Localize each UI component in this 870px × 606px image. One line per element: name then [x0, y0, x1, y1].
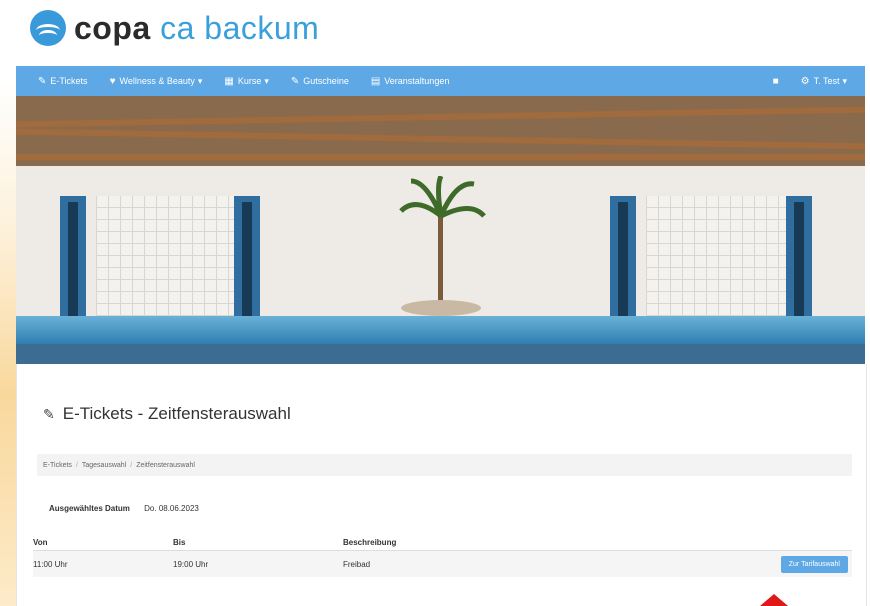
- tag-icon: ✎: [290, 75, 300, 87]
- table-header: Von Bis Beschreibung: [33, 534, 852, 551]
- nav-item-veranstaltungen[interactable]: ▤ Veranstaltungen: [371, 76, 450, 87]
- column-header-from: Von: [33, 537, 48, 547]
- page-title: ✎ E-Tickets - Zeitfensterauswahl: [43, 404, 291, 423]
- breadcrumb: E-Tickets / Tagesauswahl / Zeitfensterau…: [37, 454, 852, 476]
- breadcrumb-item-etickets[interactable]: E-Tickets: [43, 462, 72, 469]
- breadcrumb-separator: /: [75, 461, 78, 469]
- selected-date-value: Do. 08.06.2023: [144, 504, 199, 513]
- chevron-down-icon: ▾: [842, 75, 847, 86]
- chevron-down-icon: ▾: [197, 75, 203, 86]
- logo-text: copa ca backum: [74, 9, 320, 46]
- table-row: 11:00 Uhr 19:00 Uhr Freibad Zur Tarifaus…: [33, 551, 852, 577]
- main-content: ✎ E-Tickets - Zeitfensterauswahl E-Ticke…: [16, 364, 867, 606]
- breadcrumb-item-zeitfensterauswahl: Zeitfensterauswahl: [136, 461, 195, 469]
- palm-plant-icon: [399, 176, 486, 316]
- selected-date-row: Ausgewähltes Datum Do. 08.06.2023: [49, 504, 199, 513]
- grid-icon: ▦: [224, 75, 234, 87]
- logo-wave-icon: [30, 10, 66, 46]
- cell-to: 19:00 Uhr: [173, 559, 209, 569]
- hero-pillar: [786, 196, 812, 326]
- hero-beam: [16, 154, 865, 160]
- calendar-icon: ▤: [370, 75, 381, 87]
- timeslot-table: Von Bis Beschreibung 11:00 Uhr 19:00 Uhr…: [33, 534, 852, 577]
- chevron-down-icon: ▾: [264, 75, 269, 86]
- nav-item-wellness[interactable]: ♥ Wellness & Beauty ▾: [110, 76, 203, 87]
- hero-pillar: [610, 196, 636, 326]
- hero-pillar: [234, 196, 260, 326]
- red-arrow-indicator: [760, 594, 788, 606]
- selected-date-label: Ausgewähltes Datum: [49, 504, 130, 513]
- select-tariff-button[interactable]: Zur Tarifauswahl: [780, 555, 848, 573]
- site-logo[interactable]: copa ca backum: [30, 8, 319, 48]
- hero-image: [16, 96, 865, 344]
- breadcrumb-item-tagesauswahl[interactable]: Tagesauswahl: [82, 462, 126, 469]
- hero-band: [16, 344, 865, 364]
- breadcrumb-separator: /: [130, 461, 133, 469]
- nav-item-kurse[interactable]: ▦ Kurse ▾: [224, 76, 269, 87]
- nav-item-gutscheine[interactable]: ✎ Gutscheine: [291, 76, 349, 87]
- hero-pool-water: [16, 316, 865, 344]
- heart-icon: ♥: [109, 75, 116, 87]
- user-gear-icon: ⚙: [800, 75, 810, 87]
- nav-item-etickets[interactable]: ✎ E-Tickets: [38, 76, 88, 87]
- column-header-description: Beschreibung: [343, 537, 397, 547]
- nav-right: ■ ⚙ T. Test ▾: [773, 76, 865, 87]
- hero-tiles: [646, 196, 806, 316]
- ticket-icon: ✎: [38, 75, 47, 87]
- cell-description: Freibad: [343, 559, 371, 569]
- column-header-to: Bis: [173, 537, 186, 547]
- ticket-icon: ✎: [43, 405, 55, 422]
- main-navbar: ✎ E-Tickets ♥ Wellness & Beauty ▾ ▦ Kurs…: [16, 66, 865, 96]
- hero-pillar: [60, 196, 86, 326]
- cart-icon: ■: [772, 75, 779, 87]
- hero-tiles: [96, 196, 256, 316]
- user-menu[interactable]: ⚙ T. Test ▾: [801, 76, 847, 87]
- cell-from: 11:00 Uhr: [33, 559, 68, 569]
- cart-button[interactable]: ■: [773, 76, 783, 87]
